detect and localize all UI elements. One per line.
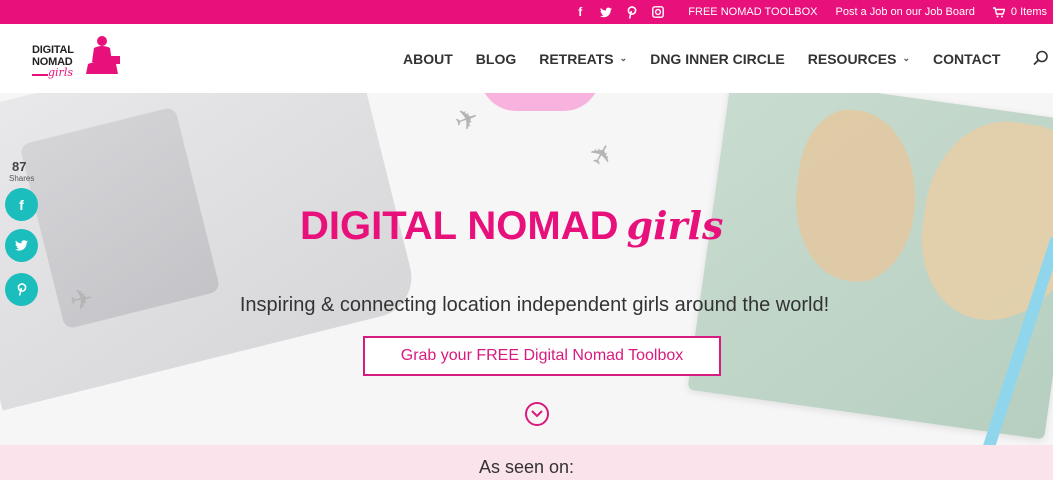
hero-section: ✈ ✈ ✈ [0, 93, 1053, 445]
share-facebook-button[interactable]: f [5, 188, 38, 221]
share-label: Shares [9, 174, 35, 183]
facebook-icon: f [19, 196, 24, 213]
nav-contact[interactable]: CONTACT [933, 51, 1000, 67]
girl-with-laptop-icon [86, 36, 120, 74]
toolbox-cta-button[interactable]: Grab your FREE Digital Nomad Toolbox [363, 336, 721, 376]
nav-about[interactable]: ABOUT [403, 51, 453, 67]
share-twitter-button[interactable] [5, 229, 38, 262]
flower-image [480, 93, 600, 111]
cart-icon [992, 6, 1005, 17]
pinterest-icon[interactable] [626, 5, 638, 19]
hero-title-script: girls [626, 203, 724, 248]
hero-title: DIGITAL NOMAD girls [300, 203, 723, 249]
twitter-icon [15, 240, 28, 251]
nav-resources-label: RESOURCES [807, 50, 897, 67]
chevron-down-icon [531, 410, 543, 418]
world-map-image [687, 93, 1053, 440]
twitter-icon[interactable] [600, 5, 613, 19]
nav-inner-circle-label: DNG INNER CIRCLE [650, 50, 785, 67]
nav-resources[interactable]: RESOURCES ⌄ [808, 51, 910, 67]
nav-retreats-label: RETREATS [539, 50, 614, 67]
social-links: f [574, 5, 665, 19]
chevron-down-icon: ⌄ [619, 53, 628, 63]
nav-blog-label: BLOG [475, 50, 517, 67]
hero-title-main: DIGITAL NOMAD [300, 204, 619, 248]
nav-inner-circle[interactable]: DNG INNER CIRCLE [650, 51, 785, 67]
logo-line-1: DIGITAL [32, 44, 74, 56]
nav-blog[interactable]: BLOG [476, 51, 516, 67]
cart-link[interactable]: 0 Items [992, 6, 1047, 18]
map-continent-left [784, 103, 928, 289]
top-bar: f FREE NOMAD TOOLBOX Post a Job on our J… [0, 0, 1053, 24]
cart-count: 0 Items [1010, 6, 1047, 18]
main-nav: ABOUT BLOG RETREATS ⌄ DNG INNER CIRCLE RE… [403, 24, 1023, 93]
logo-line-3: girls [48, 66, 73, 79]
free-toolbox-link[interactable]: FREE NOMAD TOOLBOX [688, 6, 817, 18]
facebook-icon[interactable]: f [574, 5, 586, 19]
site-logo[interactable]: DIGITAL NOMAD girls [30, 34, 125, 86]
site-header: DIGITAL NOMAD girls ABOUT BLOG RETREATS ⌄… [0, 24, 1053, 93]
logo-dash [32, 74, 48, 76]
nav-retreats[interactable]: RETREATS ⌄ [539, 51, 627, 67]
share-count: 87 [12, 159, 27, 174]
paperclip-plane-icon: ✈ [582, 136, 622, 173]
instagram-icon[interactable] [652, 5, 665, 19]
nav-contact-label: CONTACT [933, 50, 1001, 67]
job-board-link[interactable]: Post a Job on our Job Board [835, 6, 974, 18]
as-seen-on-section: As seen on: [0, 445, 1053, 480]
nav-about-label: ABOUT [403, 50, 453, 67]
scroll-down-button[interactable] [525, 402, 549, 426]
paperclip-plane-icon: ✈ [450, 100, 484, 139]
search-icon[interactable] [1033, 50, 1049, 66]
hero-tagline: Inspiring & connecting location independ… [239, 294, 830, 316]
as-seen-on-heading: As seen on: [478, 457, 575, 477]
chevron-down-icon: ⌄ [902, 53, 910, 63]
